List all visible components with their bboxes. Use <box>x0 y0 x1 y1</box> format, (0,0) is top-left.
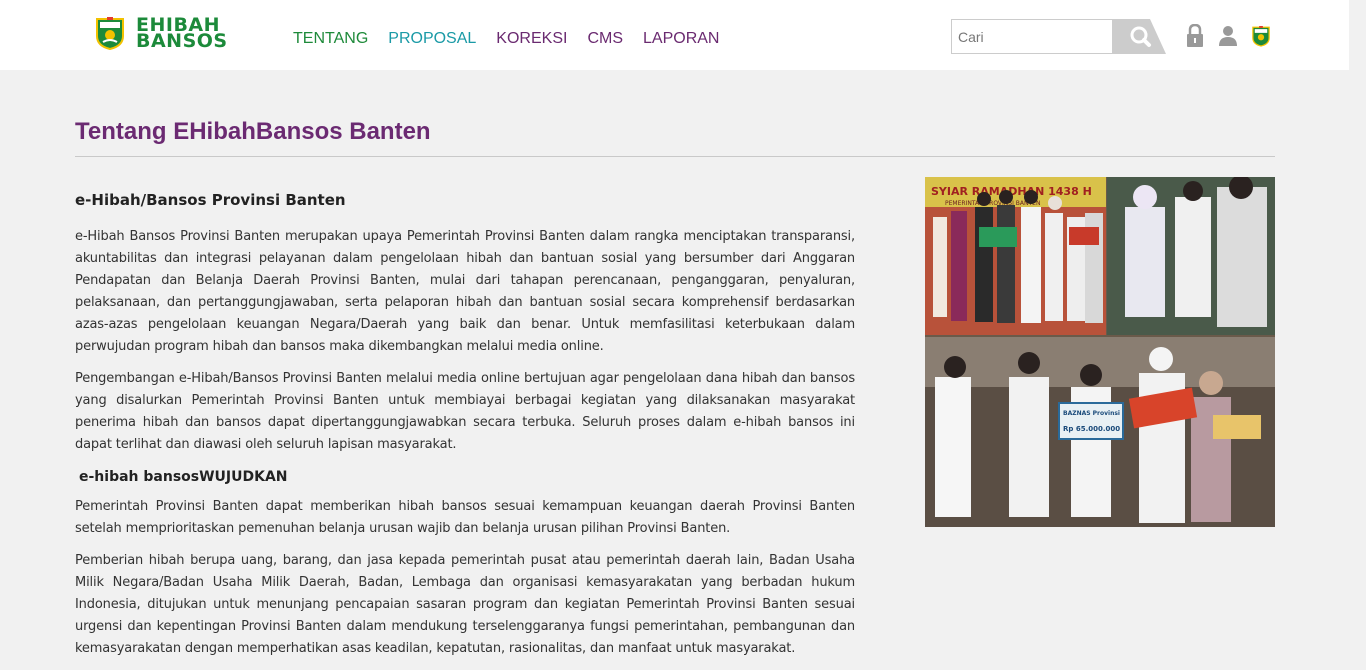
logo-wordmark: EHIBAH BANSOS <box>136 16 228 52</box>
event-photo-collage: SYIAR RAMADHAN 1438 H PEMERINTAH PROVINS… <box>925 177 1275 527</box>
site-logo[interactable]: EHIBAH BANSOS <box>94 16 228 52</box>
nav-item-tentang[interactable]: TENTANG <box>293 30 368 48</box>
article-subheading: e-hibah bansosWUJUDKAN <box>79 469 288 485</box>
page-scrollbar[interactable] <box>1349 0 1366 644</box>
board-text: BAZNAS Provinsi <box>1063 410 1120 417</box>
article-paragraph: Pemerintah Provinsi Banten dapat memberi… <box>75 499 855 536</box>
nav-item-koreksi[interactable]: KOREKSI <box>496 30 567 48</box>
title-divider <box>75 156 1275 157</box>
article-heading: e-Hibah/Bansos Provinsi Banten <box>75 191 346 209</box>
nav-item-laporan[interactable]: LAPORAN <box>643 30 719 48</box>
search-box <box>951 19 1166 54</box>
board-amount: Rp 65.000.000 <box>1063 425 1120 433</box>
header-icons <box>1185 24 1271 48</box>
article-paragraph: e-Hibah Bansos Provinsi Banten merupakan… <box>75 229 855 354</box>
province-emblem-icon <box>96 17 124 50</box>
nav-item-cms[interactable]: CMS <box>587 30 623 48</box>
nav-item-proposal[interactable]: PROPOSAL <box>388 30 476 48</box>
article-paragraph: Pengembangan e-Hibah/Bansos Provinsi Ban… <box>75 371 855 452</box>
province-emblem-icon[interactable] <box>1251 24 1271 48</box>
logo-line-2: BANSOS <box>136 30 228 52</box>
page-title: Tentang EHibahBansos Banten <box>75 118 431 145</box>
article-body: e-Hibah/Bansos Provinsi Banten e-Hibah B… <box>75 188 855 670</box>
search-icon <box>1112 19 1166 54</box>
lock-icon[interactable] <box>1185 24 1205 48</box>
search-input[interactable] <box>951 19 1113 54</box>
main-nav: TENTANG PROPOSAL KOREKSI CMS LAPORAN <box>293 30 719 48</box>
search-button[interactable] <box>1112 19 1166 54</box>
header-bar: EHIBAH BANSOS TENTANG PROPOSAL KOREKSI C… <box>0 0 1349 70</box>
user-icon[interactable] <box>1218 24 1238 48</box>
